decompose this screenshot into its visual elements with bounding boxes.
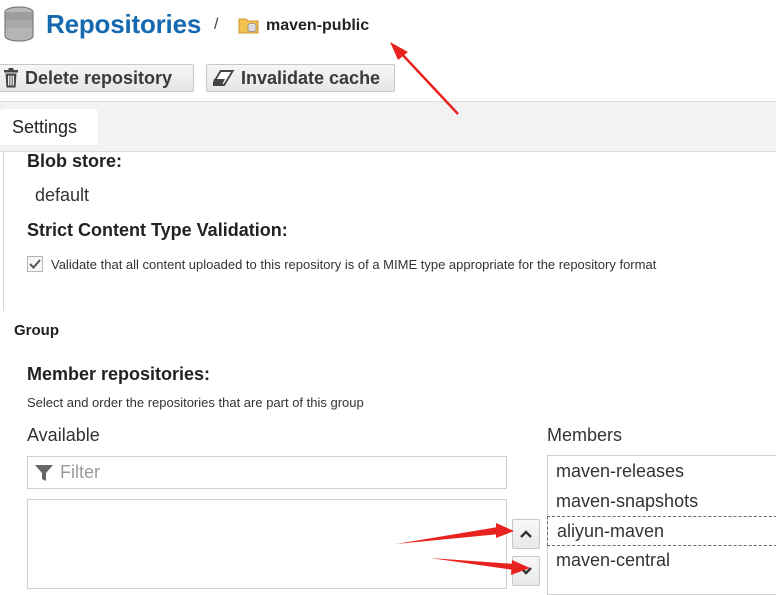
filter-input[interactable] xyxy=(58,461,462,484)
move-up-button[interactable] xyxy=(512,519,540,549)
member-repositories-help: Select and order the repositories that a… xyxy=(27,395,364,410)
available-filter[interactable] xyxy=(27,456,507,489)
available-label: Available xyxy=(27,425,100,445)
blob-store-value: default xyxy=(35,185,90,205)
filter-icon xyxy=(35,464,53,481)
member-item-selected[interactable]: aliyun-maven xyxy=(547,516,776,546)
strict-validation-description: Validate that all content uploaded to th… xyxy=(51,257,657,272)
repository-group-icon xyxy=(238,18,259,34)
chevron-up-icon xyxy=(520,530,532,538)
blob-store-label: Blob store: xyxy=(27,151,123,171)
strict-validation-checkbox[interactable] xyxy=(27,256,43,272)
strict-validation-label: Strict Content Type Validation: xyxy=(27,220,288,240)
member-repositories-label: Member repositories: xyxy=(27,364,211,384)
available-list[interactable] xyxy=(27,499,507,589)
delete-repository-label: Delete repository xyxy=(25,67,173,88)
eraser-icon xyxy=(213,70,235,86)
tab-bar: Settings xyxy=(0,101,776,152)
group-section-label: Group xyxy=(14,322,59,339)
member-item[interactable]: maven-central xyxy=(547,545,776,575)
breadcrumb-repository-name: maven-public xyxy=(266,17,370,34)
invalidate-cache-label: Invalidate cache xyxy=(241,67,381,88)
invalidate-cache-button[interactable]: Invalidate cache xyxy=(206,64,395,92)
breadcrumb-separator: / xyxy=(214,16,219,33)
breadcrumb-repositories[interactable]: Repositories xyxy=(46,9,201,40)
toolbar: Delete repository Invalidate cache xyxy=(0,62,776,100)
move-down-button[interactable] xyxy=(512,556,540,586)
panel-left-border xyxy=(3,151,4,311)
chevron-down-icon xyxy=(520,567,532,575)
member-item[interactable]: maven-releases xyxy=(547,456,776,486)
trash-icon xyxy=(4,68,18,88)
check-icon xyxy=(29,259,41,269)
database-icon xyxy=(4,6,34,42)
member-item[interactable]: maven-snapshots xyxy=(547,486,776,516)
delete-repository-button[interactable]: Delete repository xyxy=(0,64,194,92)
members-label: Members xyxy=(547,425,623,445)
page-header: Repositories / maven-public xyxy=(0,0,776,58)
tab-settings[interactable]: Settings xyxy=(0,109,98,145)
